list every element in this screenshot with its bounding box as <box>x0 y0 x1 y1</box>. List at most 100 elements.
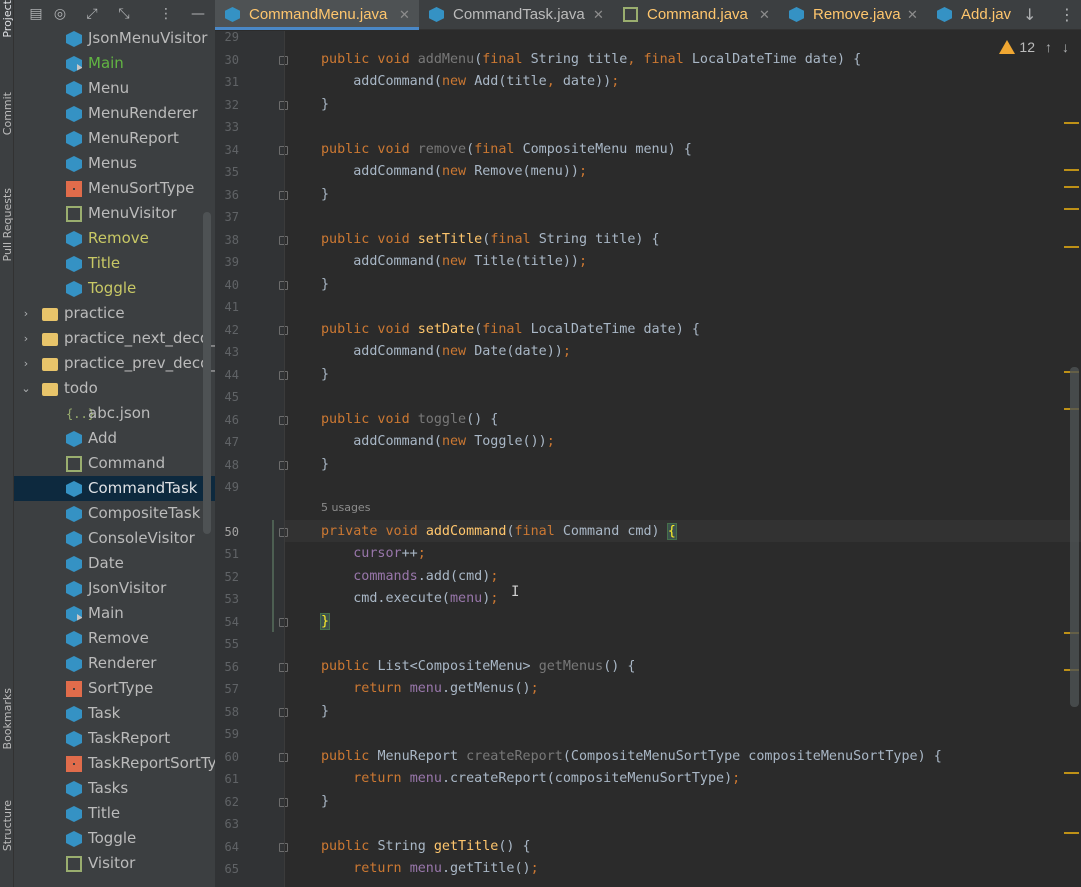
code-line[interactable]: public void remove(final CompositeMenu m… <box>321 140 692 160</box>
error-stripe-mark[interactable] <box>1064 832 1079 834</box>
editor-scrollbar[interactable] <box>1070 367 1079 707</box>
tree-item[interactable]: Date <box>14 551 215 576</box>
code-line[interactable]: } <box>319 612 331 632</box>
tree-item[interactable]: Add <box>14 426 215 451</box>
expand-all-icon[interactable]: ⤢ <box>84 6 100 22</box>
tree-item[interactable]: Toggle <box>14 276 215 301</box>
tree-item[interactable]: MenuSortType <box>14 176 215 201</box>
code-line[interactable]: addCommand(new Remove(menu)); <box>321 162 587 182</box>
collapse-chevron-icon[interactable]: ⌄ <box>20 376 32 401</box>
code-line[interactable]: public String getTitle() { <box>321 837 531 857</box>
structure-tool-button[interactable]: Structure <box>1 800 14 851</box>
tree-item[interactable]: Toggle <box>14 826 215 851</box>
code-line[interactable]: } <box>321 95 329 115</box>
code-line[interactable]: } <box>321 702 329 722</box>
tree-item[interactable]: CompositeTask <box>14 501 215 526</box>
code-line[interactable]: addCommand(new Toggle()); <box>321 432 555 452</box>
tree-item[interactable]: SortType <box>14 676 215 701</box>
code-line[interactable]: } <box>321 365 329 385</box>
error-stripe-mark[interactable] <box>1064 169 1079 171</box>
close-tab-icon[interactable]: ✕ <box>399 0 410 30</box>
code-line[interactable]: addCommand(new Title(title)); <box>321 252 587 272</box>
close-tab-icon[interactable]: ✕ <box>907 0 918 30</box>
code-line[interactable]: } <box>321 185 329 205</box>
code-line[interactable]: } <box>321 275 329 295</box>
code-line[interactable]: public MenuReport createReport(Composite… <box>321 747 942 767</box>
tree-item[interactable]: › practice_next_deco_fo <box>14 326 215 351</box>
code-line[interactable]: public void addMenu(final String title, … <box>321 50 861 70</box>
tree-item[interactable]: Visitor <box>14 851 215 876</box>
select-opened-file-icon[interactable]: ◎ <box>52 6 68 22</box>
close-tab-icon[interactable]: ✕ <box>759 0 770 30</box>
code-line[interactable]: return menu.getMenus(); <box>321 679 538 699</box>
code-line[interactable]: } <box>321 792 329 812</box>
code-line[interactable]: public void setTitle(final String title)… <box>321 230 660 250</box>
code-line[interactable]: public void setDate(final LocalDateTime … <box>321 320 700 340</box>
code-line[interactable]: return menu.createReport(compositeMenuSo… <box>321 769 740 789</box>
tree-item[interactable]: Command <box>14 451 215 476</box>
tree-item[interactable]: MenuReport <box>14 126 215 151</box>
inspection-widget[interactable]: 12 ↑ ↓ <box>999 39 1069 57</box>
code-line[interactable]: cmd.execute(menu); <box>321 589 498 609</box>
bookmarks-tool-button[interactable]: Bookmarks <box>1 688 14 749</box>
tree-item[interactable]: JsonVisitor <box>14 576 215 601</box>
code-line[interactable]: addCommand(new Add(title, date)); <box>321 72 619 92</box>
tree-item[interactable]: Main <box>14 601 215 626</box>
hide-panel-icon[interactable]: — <box>190 6 206 22</box>
more-icon[interactable]: ⋮ <box>1059 6 1075 24</box>
code-line[interactable]: return menu.getTitle(); <box>321 859 538 879</box>
tree-item[interactable]: {..} abc.json <box>14 401 215 426</box>
tree-item[interactable]: Main <box>14 51 215 76</box>
expand-chevron-icon[interactable]: › <box>20 351 32 376</box>
tree-item[interactable]: Menus <box>14 151 215 176</box>
error-stripe-mark[interactable] <box>1064 122 1079 124</box>
editor-tab[interactable]: Remove.java ✕ <box>779 0 927 30</box>
editor-tab[interactable]: Command.java ✕ <box>613 0 779 30</box>
commit-tool-button[interactable]: Commit <box>1 92 14 135</box>
code-line[interactable]: public List<CompositeMenu> getMenus() { <box>321 657 635 677</box>
pull-requests-tool-button[interactable]: Pull Requests <box>1 188 14 261</box>
editor-tab[interactable]: CommandMenu.java ✕ <box>215 0 419 30</box>
previous-highlight-icon[interactable]: ↑ <box>1045 39 1052 55</box>
tree-item[interactable]: ⌄ todo <box>14 376 215 401</box>
tree-item[interactable]: › practice <box>14 301 215 326</box>
code-line[interactable]: private void addCommand(final Command cm… <box>321 522 677 542</box>
tree-item[interactable]: Menu <box>14 76 215 101</box>
error-stripe-mark[interactable] <box>1064 772 1079 774</box>
tree-item[interactable]: › practice_prev_deco_fo <box>14 351 215 376</box>
collapse-all-icon[interactable]: ⤡ <box>116 6 132 22</box>
tab-list-icon[interactable]: ↓ <box>1023 6 1036 24</box>
tree-item[interactable]: JsonMenuVisitor <box>14 26 215 51</box>
code-line[interactable]: } <box>321 455 329 475</box>
code-line[interactable]: commands.add(cmd); <box>321 567 498 587</box>
tree-item[interactable]: ConsoleVisitor <box>14 526 215 551</box>
tree-item[interactable]: Tasks <box>14 776 215 801</box>
project-tool-button[interactable]: Project <box>1 0 14 38</box>
error-stripe-mark[interactable] <box>1064 186 1079 188</box>
expand-chevron-icon[interactable]: › <box>20 301 32 326</box>
code-editor[interactable]: 29 30 31 32 33 34 35 36 37 38 39 40 41 42 43 44 45 46 47 48… <box>215 31 1081 887</box>
tree-item[interactable]: CommandTask <box>14 476 215 501</box>
tree-item[interactable]: Remove <box>14 626 215 651</box>
tree-item[interactable]: Renderer <box>14 651 215 676</box>
code-line[interactable]: cursor++; <box>321 544 426 564</box>
tree-item[interactable]: TaskReportSortTyp <box>14 751 215 776</box>
tree-item[interactable]: Title <box>14 251 215 276</box>
tree-item[interactable]: Remove <box>14 226 215 251</box>
error-stripe-mark[interactable] <box>1064 246 1079 248</box>
tree-item[interactable]: MenuRenderer <box>14 101 215 126</box>
code-line[interactable]: public void toggle() { <box>321 410 498 430</box>
tree-item[interactable]: TaskReport <box>14 726 215 751</box>
project-scrollbar[interactable] <box>203 212 211 534</box>
tree-item[interactable]: Task <box>14 701 215 726</box>
close-tab-icon[interactable]: ✕ <box>593 0 604 30</box>
code-line[interactable]: addCommand(new Date(date)); <box>321 342 571 362</box>
options-menu-icon[interactable]: ⋮ <box>158 6 174 22</box>
next-highlight-icon[interactable]: ↓ <box>1062 39 1069 55</box>
expand-chevron-icon[interactable]: › <box>20 326 32 351</box>
tree-item[interactable]: Title <box>14 801 215 826</box>
editor-tab[interactable]: CommandTask.java ✕ <box>419 0 613 30</box>
usages-hint[interactable]: 5 usages <box>321 501 370 514</box>
tree-item[interactable]: MenuVisitor <box>14 201 215 226</box>
error-stripe-mark[interactable] <box>1064 208 1079 210</box>
